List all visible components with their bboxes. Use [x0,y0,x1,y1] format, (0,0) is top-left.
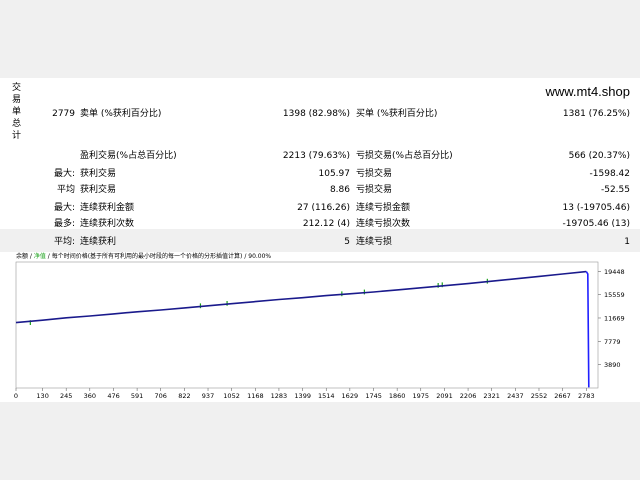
x-tick-label: 360 [84,392,96,400]
x-tick-label: 1975 [412,392,429,400]
loss-trades-label: 亏损交易(%占总百分比) [356,151,453,161]
max-consec-profit-value: 212.12 (4) [302,219,350,229]
largest-loss-label: 亏损交易 [356,169,393,179]
x-tick-label: 937 [202,392,214,400]
max-consec-wins-label: 连续获利金额 [80,203,135,213]
x-tick-label: 2552 [531,392,548,400]
side-label-char: 计 [12,131,22,141]
y-tick-label: 7779 [604,338,621,346]
watermark: www.mt4.shop [545,84,630,99]
total-trades-value: 2779 [52,109,75,119]
profit-trades-label: 盈利交易(%占总百分比) [80,151,177,161]
side-label-char: 交 [12,83,22,93]
x-tick-label: 130 [36,392,48,400]
side-label: 交 易 单 总 计 [12,82,24,142]
x-tick-label: 2783 [578,392,595,400]
buy-label: 买单 (%获利百分比) [356,109,438,119]
largest-profit-value: 105.97 [318,169,351,179]
x-tick-label: 1399 [294,392,311,400]
x-tick-label: 476 [107,392,119,400]
sell-value: 1398 (82.98%) [282,109,350,119]
avg-profit-value: 8.86 [329,185,350,195]
x-tick-label: 1514 [318,392,335,400]
avg-profit-label: 获利交易 [80,185,117,195]
x-tick-label: 2437 [507,392,524,400]
row-prefix: 平均: [53,237,75,247]
balance-chart-panel: 余额 / 净值 / 每个时间价格(基于所有可利用的最小时段的每一个价格的分形插值… [0,252,640,402]
x-tick-label: 822 [178,392,190,400]
x-tick-label: 2206 [460,392,477,400]
max-consec-losses-value: 13 (-19705.46) [562,203,630,213]
profit-trades-value: 2213 (79.63%) [282,151,350,161]
side-label-char: 单 [12,107,22,117]
x-tick-label: 2667 [554,392,571,400]
y-tick-label: 19448 [604,268,625,276]
y-tick-label: 11669 [604,314,625,322]
x-tick-label: 0 [14,392,18,400]
row-prefix: 平均 [56,185,75,195]
x-tick-label: 706 [154,392,166,400]
x-tick-label: 1168 [247,392,264,400]
avg-consec-wins-value: 5 [344,237,350,247]
x-tick-label: 2321 [483,392,500,400]
balance-chart: 19448 15559 11669 7779 3890 0 130 245 360 476 591 7… [14,261,625,400]
largest-loss-value: -1598.42 [589,169,630,179]
max-consec-profit-label: 连续获利次数 [80,219,135,229]
x-tick-label: 1283 [271,392,288,400]
row-prefix: 最大: [53,169,75,179]
avg-consec-losses-label: 连续亏损 [356,237,393,247]
x-tick-label: 245 [60,392,72,400]
loss-trades-value: 566 (20.37%) [568,151,630,161]
x-tick-label: 1860 [389,392,406,400]
x-tick-label: 1745 [365,392,382,400]
side-label-char: 总 [12,119,22,129]
buy-value: 1381 (76.25%) [562,109,630,119]
avg-loss-label: 亏损交易 [356,185,393,195]
max-consec-loss-value: -19705.46 (13) [562,219,630,229]
row-prefix: 最多: [53,219,75,229]
y-tick-label: 15559 [604,291,625,299]
avg-consec-losses-value: 1 [624,237,630,247]
x-tick-label: 1629 [342,392,359,400]
y-tick-label: 3890 [604,361,621,369]
x-tick-label: 591 [131,392,143,400]
side-label-char: 易 [12,95,22,105]
max-consec-loss-label: 连续亏损次数 [356,219,411,229]
avg-loss-value: -52.55 [600,185,630,195]
x-tick-label: 1052 [223,392,240,400]
largest-profit-label: 获利交易 [80,169,117,179]
row-prefix: 最大: [53,203,75,213]
avg-consec-wins-label: 连续获利 [80,237,117,247]
max-consec-losses-label: 连续亏损金额 [356,203,411,213]
trade-summary-report: www.mt4.shop 交 易 单 总 计 2779 卖单 (%获利百分比) … [0,78,640,229]
plot-area [15,261,599,389]
sell-label: 卖单 (%获利百分比) [80,109,162,119]
max-consec-wins-value: 27 (116.26) [297,203,350,213]
x-tick-label: 2091 [436,392,453,400]
